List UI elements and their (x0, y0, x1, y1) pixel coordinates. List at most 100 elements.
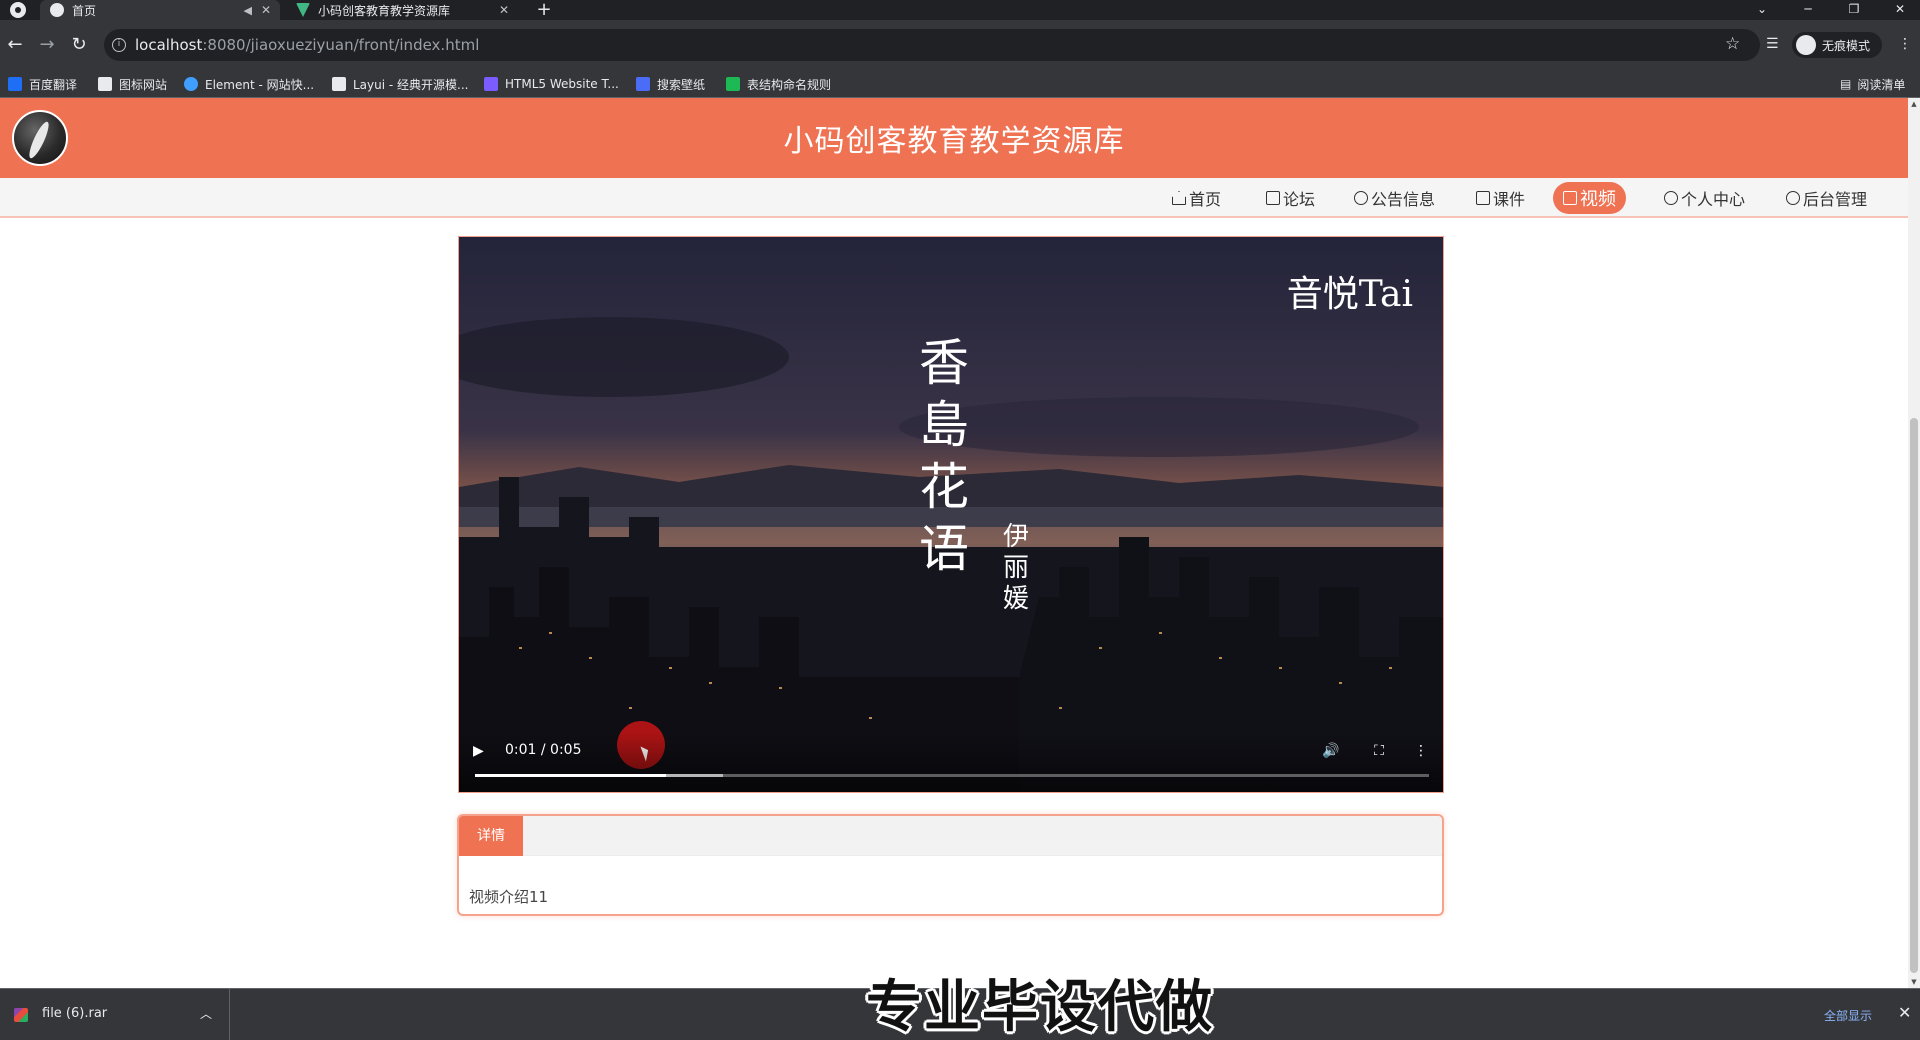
nav-item-notice[interactable]: 公告信息 (1344, 182, 1445, 214)
video-watermark: 音悦Tai (1286, 274, 1413, 315)
site-header: 小码创客教育教学资源库 (0, 98, 1908, 178)
browser-tab-title: 小码创客教育教学资源库 (318, 3, 451, 18)
download-bar: file (6).rar ︿ 全部显示 ✕ (0, 988, 1920, 1040)
chevron-up-icon[interactable]: ︿ (200, 1005, 212, 1022)
restore-icon[interactable]: ❐ (1836, 0, 1872, 20)
show-all-downloads-link[interactable]: 全部显示 (1824, 1007, 1872, 1024)
video-progress-track[interactable] (475, 774, 1429, 777)
vue-logo-icon (296, 3, 310, 17)
more-options-icon[interactable]: ⋮ (1411, 742, 1431, 760)
detail-panel: 详情 视频介绍11 (457, 814, 1444, 916)
new-tab-button[interactable]: + (534, 0, 554, 20)
tab-search-icon[interactable]: ⌄ (1744, 0, 1780, 20)
bookmark-star-icon[interactable]: ☆ (1725, 34, 1740, 54)
nav-label: 后台管理 (1803, 190, 1868, 209)
nav-item-home[interactable]: 首页 (1162, 182, 1231, 214)
nav-item-admin[interactable]: 后台管理 (1776, 182, 1877, 214)
volume-icon[interactable]: 🔊 (1321, 742, 1341, 760)
forward-arrow-icon[interactable]: → (36, 34, 58, 56)
translate-icon (8, 77, 22, 91)
html5-icon (484, 77, 498, 91)
page-viewport: 小码创客教育教学资源库 首页 论坛 公告信息 课件 视频 个人中心 后台管理 音… (0, 98, 1908, 988)
nav-label: 公告信息 (1371, 190, 1436, 209)
nav-label: 论坛 (1283, 190, 1316, 209)
video-played-bar (475, 774, 666, 777)
fullscreen-icon[interactable]: ⛶ (1369, 742, 1389, 760)
browser-tab-strip: 首页 ◀ ✕ 小码创客教育教学资源库 ✕ + ⌄ ─ ❐ ✕ (0, 0, 1920, 20)
layui-logo-icon (332, 77, 346, 91)
close-download-bar-icon[interactable]: ✕ (1898, 1003, 1911, 1022)
reload-icon[interactable]: ↻ (68, 34, 90, 56)
bookmark-html5-templates[interactable]: HTML5 Website T... (484, 74, 619, 94)
url-host: localhost (135, 36, 203, 54)
nav-label: 个人中心 (1681, 190, 1746, 209)
link-icon (1786, 191, 1800, 205)
flag-icon (98, 77, 112, 91)
video-icon (1563, 191, 1577, 205)
minimize-icon[interactable]: ─ (1790, 0, 1826, 20)
browser-tab-resource-library[interactable]: 小码创客教育教学资源库 ✕ (286, 0, 518, 20)
close-window-icon[interactable]: ✕ (1882, 0, 1918, 20)
site-nav: 首页 论坛 公告信息 课件 视频 个人中心 后台管理 (0, 178, 1908, 218)
bookmark-layui[interactable]: Layui - 经典开源模... (332, 74, 468, 94)
video-artist-overlay: 伊丽媛 (1002, 522, 1029, 614)
site-title: 小码创客教育教学资源库 (783, 124, 1125, 159)
layers-icon (1476, 191, 1490, 205)
menu-kebab-icon[interactable]: ⋮ (1898, 36, 1912, 52)
back-arrow-icon[interactable]: ← (4, 34, 26, 56)
video-player[interactable]: 音悦Tai 香島花语 伊丽媛 ▶ 0:01 / 0:05 🔊 ⛶ ⋮ (458, 236, 1444, 793)
nav-item-courseware[interactable]: 课件 (1466, 182, 1535, 214)
browser-tab-home[interactable]: 首页 ◀ ✕ (40, 0, 280, 20)
notice-icon (1354, 191, 1368, 205)
bookmark-baidu-translate[interactable]: 百度翻译 (8, 74, 77, 94)
reading-list-label: 阅读清单 (1857, 77, 1906, 92)
user-icon (1664, 191, 1678, 205)
bookmark-label: HTML5 Website T... (505, 77, 619, 91)
element-logo-icon (184, 77, 198, 91)
browser-tab-title: 首页 (72, 3, 97, 18)
close-tab-icon[interactable]: ✕ (496, 3, 512, 17)
nav-item-forum[interactable]: 论坛 (1256, 182, 1325, 214)
incognito-badge[interactable]: 无痕模式 (1792, 32, 1882, 58)
bookmark-label: 搜索壁纸 (657, 77, 706, 92)
download-item[interactable]: file (6).rar ︿ (0, 989, 230, 1040)
bookmark-wallpaper[interactable]: 搜索壁纸 (636, 74, 705, 94)
video-description: 视频介绍11 (469, 888, 549, 906)
globe-icon (50, 3, 64, 17)
scroll-up-icon[interactable]: ▲ (1908, 98, 1920, 110)
bookmark-element[interactable]: Element - 网站快... (184, 74, 314, 94)
speaker-icon[interactable]: ◀ (244, 4, 252, 17)
url-text[interactable]: localhost:8080/jiaoxueziyuan/front/index… (135, 36, 479, 54)
video-title-overlay: 香島花语 (919, 334, 969, 578)
bookmark-icon-site[interactable]: 图标网站 (98, 74, 167, 94)
scroll-down-icon[interactable]: ▼ (1908, 976, 1920, 988)
home-icon (1172, 191, 1186, 205)
info-icon[interactable]: i (112, 38, 126, 52)
tab-detail[interactable]: 详情 (459, 816, 523, 856)
chrome-logo-icon (10, 2, 26, 18)
rar-file-icon (14, 1008, 28, 1022)
video-controls: ▶ 0:01 / 0:05 🔊 ⛶ ⋮ (459, 732, 1443, 792)
detail-tab-bar: 详情 (459, 816, 1442, 856)
url-path: :8080/jiaoxueziyuan/front/index.html (202, 36, 480, 54)
nav-item-personal-center[interactable]: 个人中心 (1654, 182, 1755, 214)
nav-label: 视频 (1580, 189, 1616, 210)
page-scrollbar[interactable]: ▲ ▼ (1908, 98, 1920, 988)
play-icon[interactable]: ▶ (473, 742, 491, 760)
reading-mode-icon[interactable]: ☰ (1766, 36, 1779, 52)
scroll-thumb[interactable] (1910, 418, 1918, 973)
incognito-label: 无痕模式 (1822, 38, 1871, 53)
nav-item-video[interactable]: 视频 (1553, 182, 1626, 214)
forum-icon (1266, 191, 1280, 205)
nav-label: 课件 (1493, 190, 1526, 209)
doc-icon (726, 77, 740, 91)
reading-list-button[interactable]: ▤ 阅读清单 (1840, 74, 1905, 94)
bookmark-label: Element - 网站快... (205, 77, 315, 92)
bookmark-label: 百度翻译 (29, 77, 78, 92)
bookmark-label: 表结构命名规则 (747, 77, 832, 92)
bookmark-table-naming[interactable]: 表结构命名规则 (726, 74, 831, 94)
wallpaper-icon (636, 77, 650, 91)
close-tab-icon[interactable]: ✕ (258, 3, 274, 17)
incognito-icon (1796, 35, 1816, 55)
reading-list-icon: ▤ (1840, 77, 1852, 91)
